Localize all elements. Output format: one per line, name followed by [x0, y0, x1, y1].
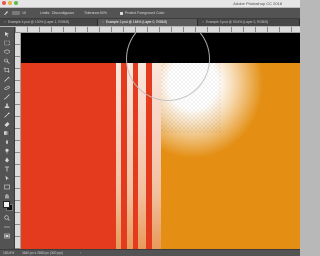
status-menu-arrow-icon[interactable]: › [80, 250, 81, 256]
tab-label: Example 4.psd @ 100% (Layer 1, RGB/8) [7, 20, 70, 24]
gradient-tool-icon[interactable] [3, 130, 11, 136]
app-title: Adobe Photoshop CC 2018 [233, 1, 282, 6]
screen-mode-icon[interactable] [3, 233, 11, 239]
close-tab-icon[interactable]: × [4, 20, 6, 24]
rectangle-tool-icon[interactable] [3, 184, 11, 190]
brush-size-picker[interactable] [12, 11, 20, 15]
clone-stamp-tool-icon[interactable] [3, 103, 11, 109]
more-tools-icon[interactable] [3, 224, 11, 230]
protect-foreground-option[interactable]: Protect Foreground Color [120, 8, 165, 18]
minimize-window-button[interactable] [8, 1, 12, 5]
document-canvas[interactable] [21, 33, 300, 249]
options-bar: 15 Limits: Discontiguous Tolerance: 50% … [0, 8, 300, 19]
tab-example-2[interactable]: × Example 2.psd @ 184% (Layer 0, RGB/8) [98, 19, 198, 26]
tolerance-label: Tolerance: [84, 11, 101, 15]
window-titlebar: Adobe Photoshop CC 2018 [0, 0, 300, 8]
brush-size-value: 15 [22, 11, 26, 15]
tolerance-input[interactable]: 50% [100, 8, 107, 18]
quick-select-tool-icon[interactable] [3, 58, 11, 64]
crop-tool-icon[interactable] [3, 67, 11, 73]
move-tool-icon[interactable] [3, 31, 11, 37]
protect-foreground-label: Protect Foreground Color [125, 11, 165, 15]
path-select-tool-icon[interactable] [3, 175, 11, 181]
lasso-tool-icon[interactable] [3, 49, 11, 55]
dodge-tool-icon[interactable] [3, 148, 11, 154]
brush-tool-icon[interactable] [3, 94, 11, 100]
close-tab-icon[interactable]: × [102, 20, 104, 24]
tab-example-3[interactable]: × Example 3.psd @ 93.6% (Layer 0, RGB/8) [198, 19, 300, 26]
tools-panel [0, 27, 15, 249]
hand-tool-icon[interactable] [3, 193, 11, 199]
tab-example-4[interactable]: × Example 4.psd @ 100% (Layer 1, RGB/8) [0, 19, 98, 26]
healing-brush-tool-icon[interactable] [3, 85, 11, 91]
red-region [21, 63, 116, 249]
close-tab-icon[interactable]: × [202, 20, 204, 24]
history-brush-tool-icon[interactable] [3, 112, 11, 118]
limits-label: Limits: [40, 11, 51, 15]
zoom-level[interactable]: 183.6% [3, 250, 14, 256]
eyedropper-tool-icon[interactable] [3, 76, 11, 82]
zoom-window-button[interactable] [14, 1, 18, 5]
background-eraser-icon[interactable] [3, 10, 9, 16]
tab-label: Example 3.psd @ 93.6% (Layer 0, RGB/8) [205, 20, 269, 24]
protect-foreground-checkbox[interactable] [120, 11, 123, 15]
document-info[interactable]: 3840 px x 2880 px (300 ppi) [22, 250, 63, 256]
document-tab-bar: × Example 4.psd @ 100% (Layer 1, RGB/8) ×… [0, 19, 300, 26]
marquee-tool-icon[interactable] [3, 40, 11, 46]
eraser-tool-icon[interactable] [3, 121, 11, 127]
close-window-button[interactable] [2, 1, 6, 5]
pen-tool-icon[interactable] [3, 157, 11, 163]
tab-label: Example 2.psd @ 184% (Layer 0, RGB/8) [105, 20, 168, 24]
type-tool-icon[interactable] [3, 166, 11, 172]
limits-select[interactable]: Discontiguous [52, 8, 74, 18]
foreground-color-swatch[interactable] [3, 201, 10, 208]
zoom-tool-icon[interactable] [3, 215, 11, 221]
blur-tool-icon[interactable] [3, 139, 11, 145]
